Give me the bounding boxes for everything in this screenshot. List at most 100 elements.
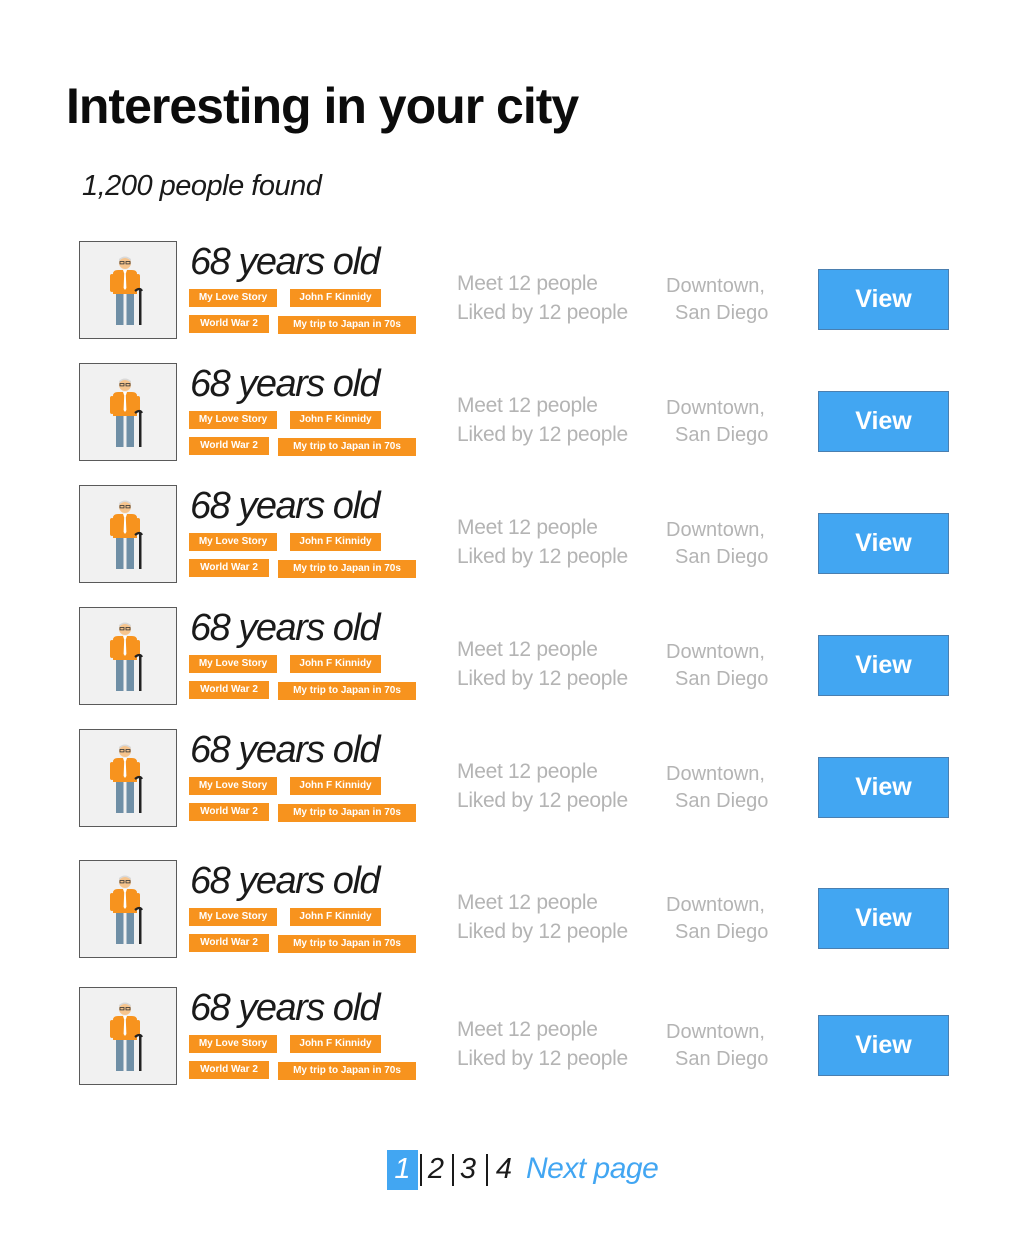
tag-my-love-story[interactable]: My Love Story <box>189 289 277 307</box>
tag-trip-to-japan[interactable]: My trip to Japan in 70s <box>278 935 416 953</box>
location-city: San Diego <box>675 546 769 568</box>
page-separator <box>452 1154 454 1186</box>
location-city: San Diego <box>675 790 769 812</box>
view-button[interactable]: View <box>818 513 949 574</box>
tag-john-f-kinnidy[interactable]: John F Kinnidy <box>290 411 381 429</box>
meet-count: Meet 12 people <box>457 394 598 417</box>
person-age: 68 years old <box>190 729 381 771</box>
tag-world-war-2[interactable]: World War 2 <box>189 437 269 455</box>
person-age: 68 years old <box>190 860 381 902</box>
avatar[interactable] <box>79 363 177 461</box>
tag-trip-to-japan[interactable]: My trip to Japan in 70s <box>278 438 416 456</box>
view-button[interactable]: View <box>818 1015 949 1076</box>
location-city: San Diego <box>675 921 769 943</box>
tag-trip-to-japan[interactable]: My trip to Japan in 70s <box>278 804 416 822</box>
location-city: San Diego <box>675 424 769 446</box>
person-age: 68 years old <box>190 363 381 405</box>
next-page-link[interactable]: Next page <box>526 1150 659 1188</box>
location-area: Downtown, <box>666 894 765 916</box>
person-row: 68 years old My Love Story John F Kinnid… <box>0 363 1025 463</box>
elderly-man-with-cane-icon <box>110 1002 143 1071</box>
person-row: 68 years old My Love Story John F Kinnid… <box>0 607 1025 707</box>
tag-world-war-2[interactable]: World War 2 <box>189 1061 269 1079</box>
view-button[interactable]: View <box>818 269 949 330</box>
person-age: 68 years old <box>190 987 381 1029</box>
tag-john-f-kinnidy[interactable]: John F Kinnidy <box>290 908 381 926</box>
location-city: San Diego <box>675 302 769 324</box>
location-area: Downtown, <box>666 397 765 419</box>
liked-count: Liked by 12 people <box>457 789 628 812</box>
location-area: Downtown, <box>666 275 765 297</box>
tag-john-f-kinnidy[interactable]: John F Kinnidy <box>290 655 381 673</box>
avatar[interactable] <box>79 987 177 1085</box>
location-area: Downtown, <box>666 641 765 663</box>
tag-my-love-story[interactable]: My Love Story <box>189 1035 277 1053</box>
view-button[interactable]: View <box>818 757 949 818</box>
location-area: Downtown, <box>666 519 765 541</box>
view-button[interactable]: View <box>818 888 949 949</box>
page-link-4[interactable]: 4 <box>492 1150 516 1190</box>
liked-count: Liked by 12 people <box>457 423 628 446</box>
meet-count: Meet 12 people <box>457 760 598 783</box>
page-separator <box>420 1154 422 1186</box>
meet-count: Meet 12 people <box>457 891 598 914</box>
elderly-man-with-cane-icon <box>110 378 143 447</box>
avatar[interactable] <box>79 860 177 958</box>
person-age: 68 years old <box>190 485 381 527</box>
page-link-3[interactable]: 3 <box>456 1150 480 1190</box>
avatar[interactable] <box>79 729 177 827</box>
page-separator <box>486 1154 488 1186</box>
avatar[interactable] <box>79 607 177 705</box>
tag-my-love-story[interactable]: My Love Story <box>189 777 277 795</box>
liked-count: Liked by 12 people <box>457 920 628 943</box>
person-age: 68 years old <box>190 607 381 649</box>
meet-count: Meet 12 people <box>457 272 598 295</box>
tag-trip-to-japan[interactable]: My trip to Japan in 70s <box>278 316 416 334</box>
location-area: Downtown, <box>666 763 765 785</box>
page-link-1[interactable]: 1 <box>387 1150 418 1190</box>
elderly-man-with-cane-icon <box>110 622 143 691</box>
tag-my-love-story[interactable]: My Love Story <box>189 533 277 551</box>
person-age: 68 years old <box>190 241 381 283</box>
elderly-man-with-cane-icon <box>110 744 143 813</box>
liked-count: Liked by 12 people <box>457 1047 628 1070</box>
tag-john-f-kinnidy[interactable]: John F Kinnidy <box>290 1035 381 1053</box>
tag-john-f-kinnidy[interactable]: John F Kinnidy <box>290 533 381 551</box>
location-area: Downtown, <box>666 1021 765 1043</box>
people-list: 68 years old My Love Story John F Kinnid… <box>0 0 1025 1236</box>
person-row: 68 years old My Love Story John F Kinnid… <box>0 241 1025 341</box>
tag-my-love-story[interactable]: My Love Story <box>189 908 277 926</box>
view-button[interactable]: View <box>818 635 949 696</box>
page-link-2[interactable]: 2 <box>424 1150 448 1190</box>
liked-count: Liked by 12 people <box>457 301 628 324</box>
meet-count: Meet 12 people <box>457 516 598 539</box>
tag-world-war-2[interactable]: World War 2 <box>189 559 269 577</box>
person-row: 68 years old My Love Story John F Kinnid… <box>0 860 1025 960</box>
elderly-man-with-cane-icon <box>110 500 143 569</box>
meet-count: Meet 12 people <box>457 638 598 661</box>
elderly-man-with-cane-icon <box>110 875 143 944</box>
avatar[interactable] <box>79 241 177 339</box>
view-button[interactable]: View <box>818 391 949 452</box>
tag-john-f-kinnidy[interactable]: John F Kinnidy <box>290 289 381 307</box>
tag-trip-to-japan[interactable]: My trip to Japan in 70s <box>278 560 416 578</box>
liked-count: Liked by 12 people <box>457 667 628 690</box>
tag-my-love-story[interactable]: My Love Story <box>189 411 277 429</box>
elderly-man-with-cane-icon <box>110 256 143 325</box>
tag-world-war-2[interactable]: World War 2 <box>189 681 269 699</box>
person-row: 68 years old My Love Story John F Kinnid… <box>0 987 1025 1087</box>
meet-count: Meet 12 people <box>457 1018 598 1041</box>
tag-world-war-2[interactable]: World War 2 <box>189 315 269 333</box>
tag-trip-to-japan[interactable]: My trip to Japan in 70s <box>278 1062 416 1080</box>
tag-john-f-kinnidy[interactable]: John F Kinnidy <box>290 777 381 795</box>
tag-world-war-2[interactable]: World War 2 <box>189 803 269 821</box>
tag-trip-to-japan[interactable]: My trip to Japan in 70s <box>278 682 416 700</box>
person-row: 68 years old My Love Story John F Kinnid… <box>0 485 1025 585</box>
location-city: San Diego <box>675 1048 769 1070</box>
liked-count: Liked by 12 people <box>457 545 628 568</box>
tag-my-love-story[interactable]: My Love Story <box>189 655 277 673</box>
person-row: 68 years old My Love Story John F Kinnid… <box>0 729 1025 829</box>
tag-world-war-2[interactable]: World War 2 <box>189 934 269 952</box>
avatar[interactable] <box>79 485 177 583</box>
location-city: San Diego <box>675 668 769 690</box>
